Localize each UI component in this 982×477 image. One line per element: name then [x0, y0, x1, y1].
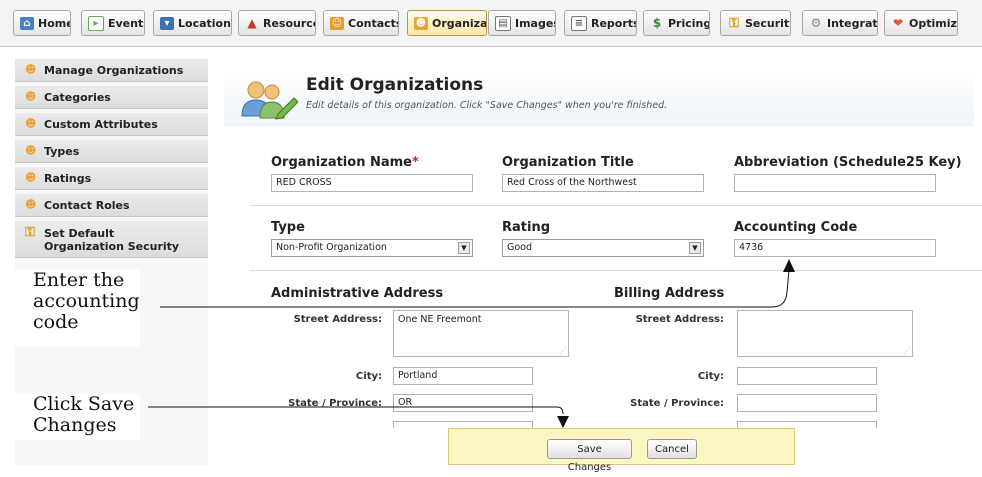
arrowhead-accounting	[783, 259, 795, 272]
callout-leader-save	[148, 406, 564, 415]
callout-leader-accounting	[160, 269, 790, 308]
arrowhead-save	[557, 416, 569, 428]
callout-overlay	[148, 259, 795, 428]
